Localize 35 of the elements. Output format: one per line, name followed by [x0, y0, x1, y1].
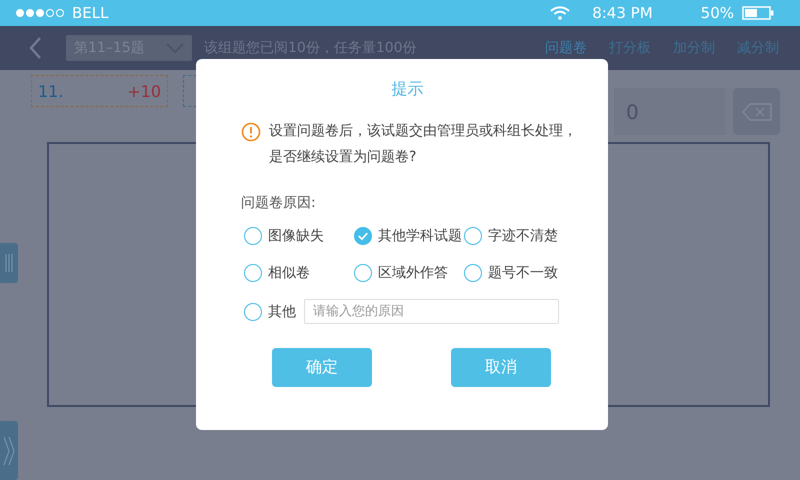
- clock-time: 8:43 PM: [592, 4, 653, 22]
- grip-icon: [4, 253, 14, 273]
- signal-icon: [16, 9, 64, 17]
- dialog-message: 设置问题卷后，该试题交由管理员或科组长处理，是否继续设置为问题卷?: [269, 122, 578, 167]
- reason-option[interactable]: 区域外作答: [354, 264, 464, 282]
- radio-button[interactable]: [244, 302, 262, 320]
- reason-option[interactable]: 图像缺失: [244, 227, 354, 245]
- carrier-name: BELL: [72, 4, 108, 22]
- reason-input-field[interactable]: 请输入您的原因: [304, 299, 559, 324]
- reason-option[interactable]: 题号不一致: [464, 264, 574, 282]
- question-number: 11.: [38, 82, 64, 100]
- radio-button[interactable]: [464, 227, 482, 245]
- dialog-title: 提示: [390, 79, 424, 100]
- side-handle[interactable]: [0, 243, 18, 283]
- radio-button[interactable]: [244, 264, 262, 282]
- back-icon[interactable]: [28, 36, 42, 60]
- confirm-button[interactable]: 确定: [272, 348, 372, 387]
- reason-option[interactable]: 相似卷: [244, 264, 354, 282]
- radio-button[interactable]: [354, 227, 372, 245]
- radio-button[interactable]: [244, 227, 262, 245]
- expand-handle[interactable]: [0, 421, 18, 480]
- wifi-icon: [550, 6, 570, 20]
- reason-option[interactable]: 其他学科试题: [354, 227, 464, 245]
- reason-option[interactable]: 字迹不清楚: [464, 227, 574, 245]
- radio-button[interactable]: [354, 264, 372, 282]
- reason-label: 问题卷原因:: [241, 194, 317, 212]
- radio-button[interactable]: [464, 264, 482, 282]
- battery-percent: 50%: [700, 4, 734, 22]
- reason-option[interactable]: 其他: [244, 302, 296, 320]
- score-box[interactable]: 11. +10: [31, 75, 168, 107]
- double-chevron-icon: [3, 436, 15, 466]
- battery-icon: [742, 6, 774, 20]
- warning-icon: [241, 122, 261, 142]
- cancel-button[interactable]: 取消: [451, 348, 551, 387]
- score-value: +10: [127, 82, 161, 100]
